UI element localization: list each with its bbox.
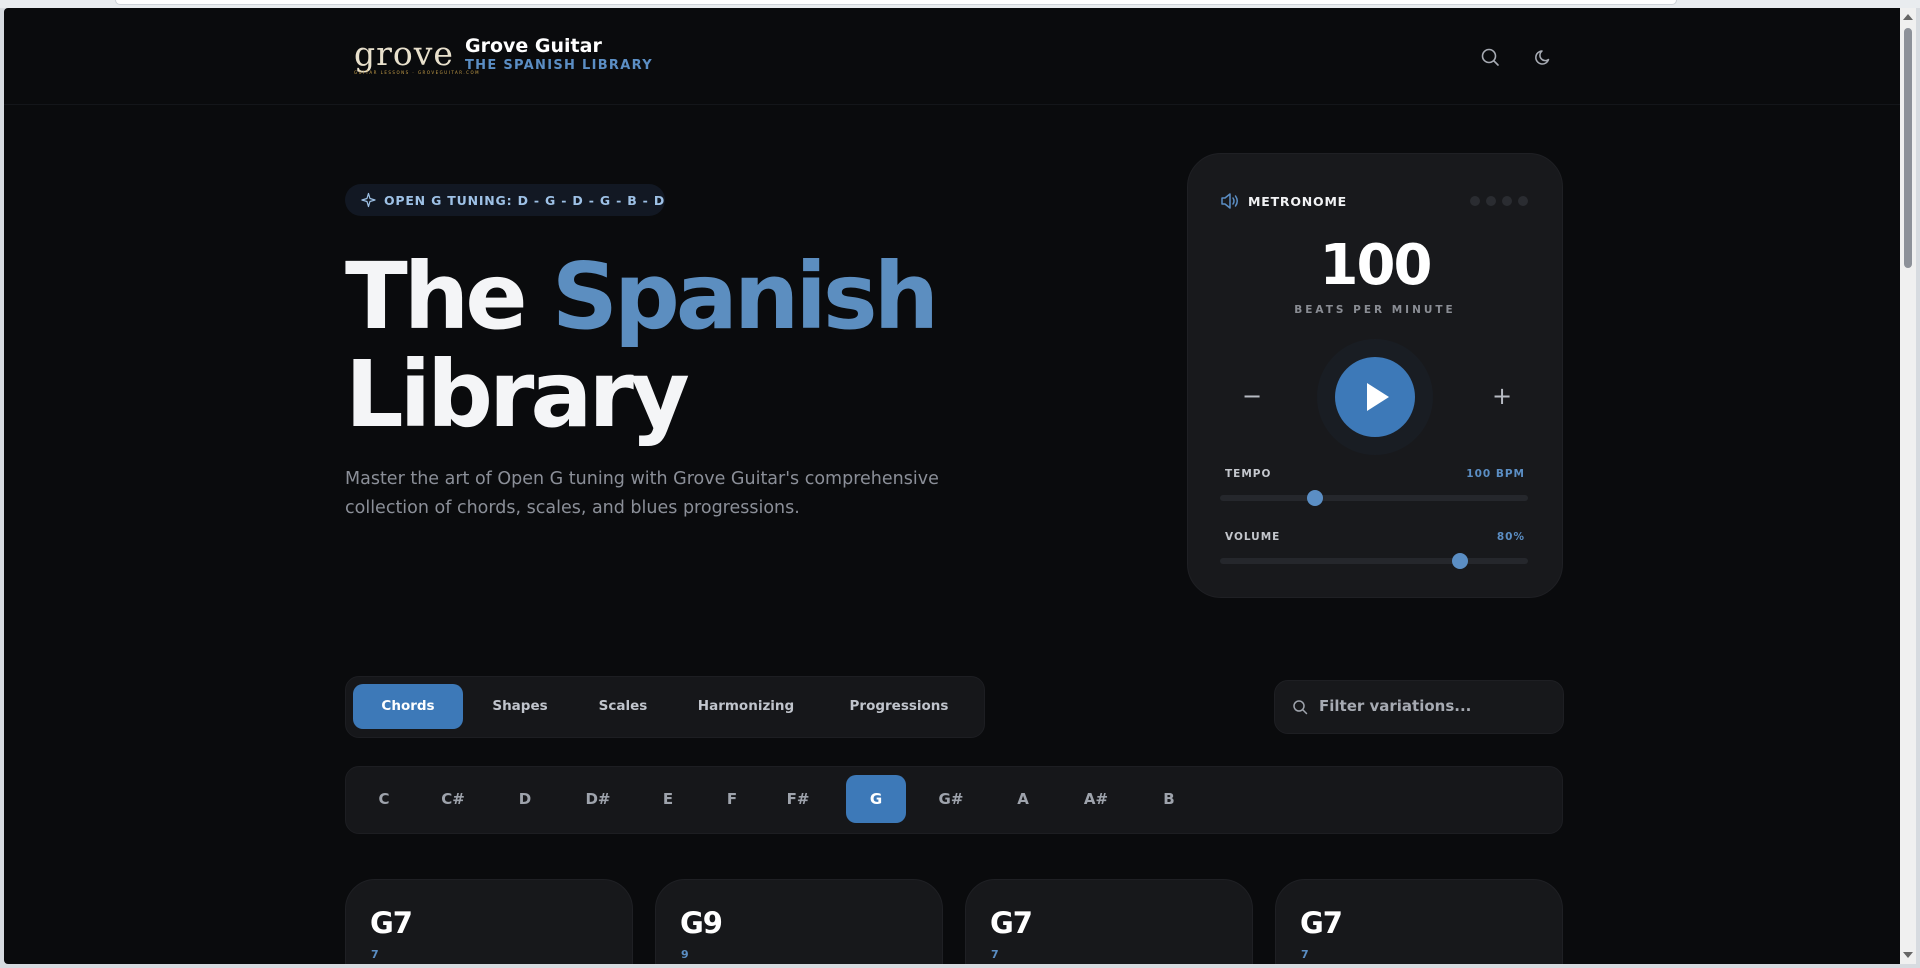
volume-slider[interactable]: [1220, 553, 1528, 569]
page-viewport: grove GUITAR LESSONS · GROVEGUITAR.COM G…: [4, 8, 1900, 964]
speaker-icon: [1221, 193, 1238, 209]
tempo-slider-handle[interactable]: [1307, 490, 1324, 506]
logo-tagline: GUITAR LESSONS · GROVEGUITAR.COM: [354, 70, 481, 75]
key-g-sharp[interactable]: G#: [921, 775, 981, 823]
site-subtitle: THE SPANISH LIBRARY: [465, 58, 653, 73]
chord-type: 7: [371, 948, 379, 961]
chord-name: G7: [370, 906, 413, 940]
grove-logo[interactable]: grove GUITAR LESSONS · GROVEGUITAR.COM: [354, 34, 481, 80]
hero-description: Master the art of Open G tuning with Gro…: [345, 469, 939, 518]
hero-title-part1: The: [345, 243, 528, 350]
scroll-down-arrow-icon[interactable]: [1903, 952, 1913, 958]
key-d[interactable]: D: [495, 775, 555, 823]
key-selector: C C# D D# E F F# G G# A A# B: [345, 766, 1563, 834]
chord-card[interactable]: G9 9: [655, 879, 943, 964]
tuning-badge-text: OPEN G TUNING: D - G - D - G - B - D: [383, 192, 665, 208]
site-title: Grove Guitar: [465, 35, 602, 57]
site-header: grove GUITAR LESSONS · GROVEGUITAR.COM G…: [4, 8, 1900, 105]
key-f-sharp[interactable]: F#: [768, 775, 828, 823]
hero-title-accent: Spanish: [551, 243, 939, 350]
key-a-sharp[interactable]: A#: [1066, 775, 1126, 823]
key-d-sharp[interactable]: D#: [568, 775, 628, 823]
play-button[interactable]: [1335, 357, 1415, 437]
bpm-value: 100: [1319, 233, 1433, 298]
chord-card[interactable]: G7 7: [1275, 879, 1563, 964]
chord-name: G9: [680, 906, 723, 940]
logo-wordmark: grove: [354, 34, 454, 73]
decrease-tempo-button[interactable]: −: [1232, 376, 1272, 416]
tab-scales[interactable]: Scales: [578, 684, 668, 729]
beat-dot: [1470, 196, 1480, 206]
tempo-value: 100 BPM: [1466, 468, 1525, 480]
metronome-header: METRONOME: [1220, 192, 1347, 210]
key-f[interactable]: F: [702, 775, 762, 823]
page-scrollbar[interactable]: [1900, 8, 1916, 964]
moon-icon[interactable]: [1533, 46, 1555, 68]
sparkle-icon: [361, 192, 376, 208]
filter-placeholder: Filter variations...: [1319, 697, 1472, 715]
chord-type: 9: [681, 948, 689, 961]
key-g[interactable]: G: [846, 775, 906, 823]
search-icon[interactable]: [1479, 46, 1501, 68]
tempo-slider[interactable]: [1220, 490, 1528, 506]
volume-label: VOLUME: [1225, 531, 1281, 543]
beat-dot: [1486, 196, 1496, 206]
chord-card[interactable]: G7 7: [965, 879, 1253, 964]
tuning-badge: OPEN G TUNING: D - G - D - G - B - D: [345, 184, 665, 216]
chord-type: 7: [1301, 948, 1309, 961]
scrollbar-thumb[interactable]: [1904, 28, 1912, 268]
chord-name: G7: [1300, 906, 1343, 940]
key-c-sharp[interactable]: C#: [423, 775, 483, 823]
tempo-label: TEMPO: [1225, 468, 1272, 480]
key-c[interactable]: C: [354, 775, 414, 823]
tab-progressions[interactable]: Progressions: [824, 684, 974, 729]
volume-slider-handle[interactable]: [1452, 553, 1469, 569]
key-b[interactable]: B: [1139, 775, 1199, 823]
beat-dot: [1502, 196, 1512, 206]
beat-dot: [1518, 196, 1528, 206]
chord-card[interactable]: G7 7: [345, 879, 633, 964]
play-icon: [1367, 383, 1389, 411]
metronome-panel: METRONOME 100 BEATS PER MINUTE − + TEMPO…: [1187, 153, 1563, 598]
hero-title-part2: Library: [345, 341, 690, 448]
key-a[interactable]: A: [993, 775, 1053, 823]
volume-value: 80%: [1496, 531, 1525, 543]
tab-chords[interactable]: Chords: [353, 684, 463, 729]
increase-tempo-button[interactable]: +: [1482, 376, 1522, 416]
hero-title: The Spanish Library: [345, 248, 1045, 444]
browser-chrome: [0, 0, 1920, 8]
filter-input[interactable]: Filter variations...: [1274, 680, 1564, 734]
category-tabs: Chords Shapes Scales Harmonizing Progres…: [345, 676, 985, 738]
tab-shapes[interactable]: Shapes: [470, 684, 570, 729]
browser-address-bar[interactable]: [115, 0, 1677, 5]
metronome-label: METRONOME: [1248, 193, 1348, 209]
key-e[interactable]: E: [638, 775, 698, 823]
chord-name: G7: [990, 906, 1033, 940]
scroll-up-arrow-icon[interactable]: [1903, 14, 1913, 20]
search-icon: [1293, 700, 1308, 715]
tab-harmonizing[interactable]: Harmonizing: [676, 684, 816, 729]
chord-type: 7: [991, 948, 999, 961]
bpm-label: BEATS PER MINUTE: [1294, 304, 1456, 316]
beat-indicator: [1470, 196, 1528, 206]
